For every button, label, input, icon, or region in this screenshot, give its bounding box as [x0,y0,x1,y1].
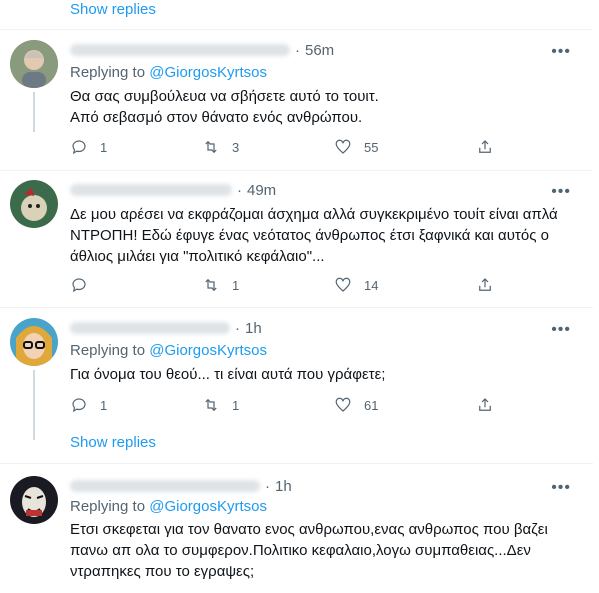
tweet-line: άθλιος μιλάει για "πολιτικό κεφάλαιο"... [70,248,325,265]
retweet-icon [205,398,217,412]
like-count: 61 [364,397,379,413]
like-button[interactable]: 61 [334,396,378,414]
tweet-line: Θα σας συμβούλευα να σβήσετε αυτό το του… [70,88,379,105]
show-replies-link[interactable]: Show replies [70,1,156,18]
divider [0,29,593,30]
tweet-line: ΝΤΡΟΠΗ! Εδώ έφυγε ένας νεότατος άνθρωπος… [70,227,549,244]
more-icon[interactable]: ••• [551,184,571,200]
separator-dot: · [295,41,300,59]
replying-prefix: Replying to [70,64,146,81]
divider [0,463,593,464]
heart-icon [335,277,351,292]
share-button[interactable] [476,396,494,414]
heart-icon [335,139,351,154]
tweet-text: Θα σας συμβούλευα να σβήσετε αυτό το του… [70,86,580,128]
show-replies-link[interactable]: Show replies [70,434,156,451]
reply-icon [72,140,86,155]
tweet-actions: 1 1 61 [70,396,530,416]
separator-dot: · [235,319,240,337]
tweet-text: Ετσι σκεφεται για τον θανατο ενος ανθρωπ… [70,519,580,582]
avatar[interactable] [10,318,58,366]
heart-icon [335,397,351,412]
timestamp[interactable]: 1h [245,320,262,337]
tweet-line: Για όνομα του θεού... τι είναι αυτά που … [70,366,386,383]
retweet-button[interactable]: 3 [202,138,239,156]
more-icon[interactable]: ••• [551,44,571,60]
retweet-button[interactable]: 1 [202,276,239,294]
avatar[interactable] [10,40,58,88]
like-button[interactable]: 14 [334,276,378,294]
reply-handle-link[interactable]: @GiorgosKyrtsos [149,342,267,359]
timestamp[interactable]: 56m [305,42,334,59]
reply-button[interactable]: 1 [70,138,107,156]
retweet-icon [205,278,217,292]
reply-handle-link[interactable]: @GiorgosKyrtsos [149,64,267,81]
author-name-blurred[interactable] [70,322,230,334]
tweet-text: Δε μου αρέσει να εκφράζομαι άσχημα αλλά … [70,204,580,267]
divider [0,307,593,308]
separator-dot: · [237,181,242,199]
tweet-actions: 1 3 55 [70,138,530,158]
tweet-actions: 1 14 [70,276,530,296]
replying-to: Replying to @GiorgosKyrtsos [70,498,267,515]
reply-button[interactable]: 1 [70,396,107,414]
reply-icon [72,398,86,413]
timestamp[interactable]: 1h [275,478,292,495]
share-icon [479,140,491,153]
thread-line [33,92,35,132]
tweet-line: Από σεβασμό στον θάνατο ενός ανθρώπου. [70,109,363,126]
more-icon[interactable]: ••• [551,322,571,338]
tweet-line: Δε μου αρέσει να εκφράζομαι άσχημα αλλά … [70,206,558,223]
divider [0,170,593,171]
tweet-line: ντραπηκες που το εγραψες; [70,563,255,580]
like-count: 55 [364,139,379,155]
avatar[interactable] [10,476,58,524]
tweet-text: Για όνομα του θεού... τι είναι αυτά που … [70,364,580,385]
reply-icon [72,278,86,293]
retweet-count: 1 [232,397,240,413]
retweet-count: 3 [232,139,240,155]
retweet-icon [205,140,217,154]
reply-handle-link[interactable]: @GiorgosKyrtsos [149,498,267,515]
share-icon [479,278,491,291]
separator-dot: · [265,477,270,495]
tweet-line: πανω απ ολα το συμφερον.Πολιτικο κεφαλαι… [70,542,531,559]
like-button[interactable]: 55 [334,138,378,156]
replying-to: Replying to @GiorgosKyrtsos [70,64,267,81]
share-button[interactable] [476,276,494,294]
replying-to: Replying to @GiorgosKyrtsos [70,342,267,359]
avatar[interactable] [10,180,58,228]
replying-prefix: Replying to [70,498,146,515]
tweet-line: Ετσι σκεφεται για τον θανατο ενος ανθρωπ… [70,521,548,538]
reply-button[interactable] [70,276,100,294]
more-icon[interactable]: ••• [551,480,571,496]
author-name-blurred[interactable] [70,44,290,56]
author-name-blurred[interactable] [70,184,232,196]
replying-prefix: Replying to [70,342,146,359]
share-icon [479,398,491,411]
reply-count: 1 [100,397,108,413]
thread-line [33,370,35,440]
timestamp[interactable]: 49m [247,182,276,199]
reply-count: 1 [100,139,108,155]
like-count: 14 [364,277,379,293]
retweet-count: 1 [232,277,240,293]
share-button[interactable] [476,138,494,156]
author-name-blurred[interactable] [70,480,260,492]
retweet-button[interactable]: 1 [202,396,239,414]
